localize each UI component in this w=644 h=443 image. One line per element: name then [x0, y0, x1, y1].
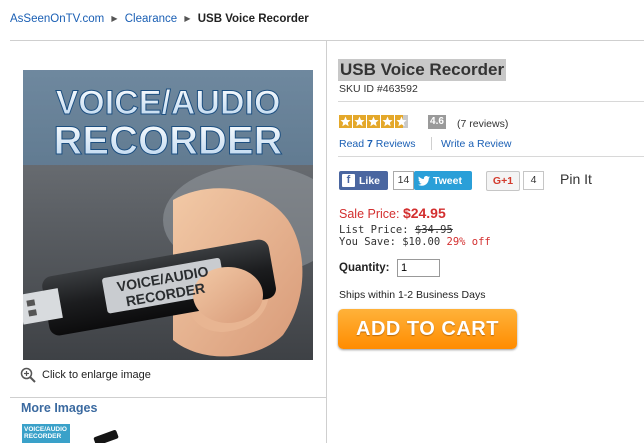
triangle-right-icon: ▶	[111, 14, 118, 23]
google-plus-button[interactable]: G+1	[486, 171, 520, 191]
breadcrumb-home-link[interactable]: AsSeenOnTV.com	[10, 13, 104, 25]
title-divider	[338, 101, 644, 102]
rating-value-badge: 4.6	[428, 115, 446, 129]
facebook-like-button[interactable]: f Like	[339, 171, 388, 190]
sale-price: Sale Price: $24.95	[339, 205, 446, 221]
list-price-amount: $34.95	[414, 224, 453, 236]
you-save: You Save: $10.00 29% off	[339, 236, 491, 248]
tweet-label: Tweet	[433, 174, 462, 187]
sale-price-amount: $24.95	[402, 205, 446, 221]
thumbnail-1[interactable]: VOICE/AUDIO RECORDER	[22, 424, 70, 443]
enlarge-image-link[interactable]: Click to enlarge image	[20, 367, 151, 383]
triangle-right-icon: ▶	[184, 14, 191, 23]
shipping-info: Ships within 1-2 Business Days	[339, 289, 486, 301]
rating-stars	[339, 115, 408, 128]
tweet-button[interactable]: Tweet	[414, 171, 472, 190]
star-icon	[353, 115, 366, 128]
quantity-label: Quantity:	[339, 262, 390, 274]
twitter-bird-icon	[418, 175, 430, 186]
pin-it-button[interactable]: Pin It	[560, 171, 592, 187]
facebook-like-label: Like	[359, 174, 381, 187]
star-icon	[339, 115, 352, 128]
read-reviews-prefix: Read	[339, 138, 368, 150]
breadcrumb-current: USB Voice Recorder	[197, 13, 309, 25]
add-to-cart-button[interactable]: ADD TO CART	[338, 309, 517, 349]
read-reviews-link[interactable]: Read 7 Reviews	[339, 138, 415, 150]
breadcrumb: AsSeenOnTV.com ▶ Clearance ▶ USB Voice R…	[10, 13, 309, 25]
product-photo: VOICE/AUDIO RECORDER VOICE/AUDIO RECORDE…	[23, 70, 313, 360]
write-review-link[interactable]: Write a Review	[441, 138, 511, 150]
you-save-percent: 29% off	[446, 236, 491, 248]
banner-line2: RECORDER	[54, 119, 283, 163]
facebook-f-icon: f	[342, 174, 355, 187]
thumbnail-2-image	[93, 430, 119, 443]
review-count: (7 reviews)	[457, 118, 509, 130]
product-sku: SKU ID #463592	[339, 83, 418, 95]
breadcrumb-clearance-link[interactable]: Clearance	[125, 13, 177, 25]
thumbnail-1-text: VOICE/AUDIO RECORDER	[24, 426, 67, 440]
list-price: List Price: $34.95	[339, 224, 453, 236]
facebook-like-count: 14	[393, 171, 414, 190]
banner-line1: VOICE/AUDIO	[56, 84, 281, 122]
thumbnail-2[interactable]	[88, 426, 120, 443]
product-title: USB Voice Recorder	[338, 59, 507, 81]
star-icon	[381, 115, 394, 128]
more-images-divider	[10, 397, 326, 398]
google-plus-count: 4	[523, 171, 544, 190]
sale-price-label: Sale Price:	[339, 207, 400, 221]
reviews-separator	[431, 137, 432, 150]
reviews-divider	[338, 156, 644, 157]
product-image[interactable]: VOICE/AUDIO RECORDER VOICE/AUDIO RECORDE…	[23, 70, 313, 360]
star-icon	[367, 115, 380, 128]
column-divider	[326, 41, 327, 443]
more-images-heading: More Images	[21, 401, 98, 415]
you-save-label: You Save:	[339, 236, 396, 248]
you-save-amount: $10.00	[402, 236, 441, 248]
header-divider	[10, 40, 644, 41]
read-reviews-suffix: Reviews	[372, 138, 416, 150]
quantity-input[interactable]	[397, 259, 440, 277]
star-icon	[395, 115, 408, 128]
enlarge-image-label: Click to enlarge image	[42, 369, 151, 381]
magnifier-plus-icon	[20, 367, 36, 383]
list-price-label: List Price:	[339, 224, 409, 236]
